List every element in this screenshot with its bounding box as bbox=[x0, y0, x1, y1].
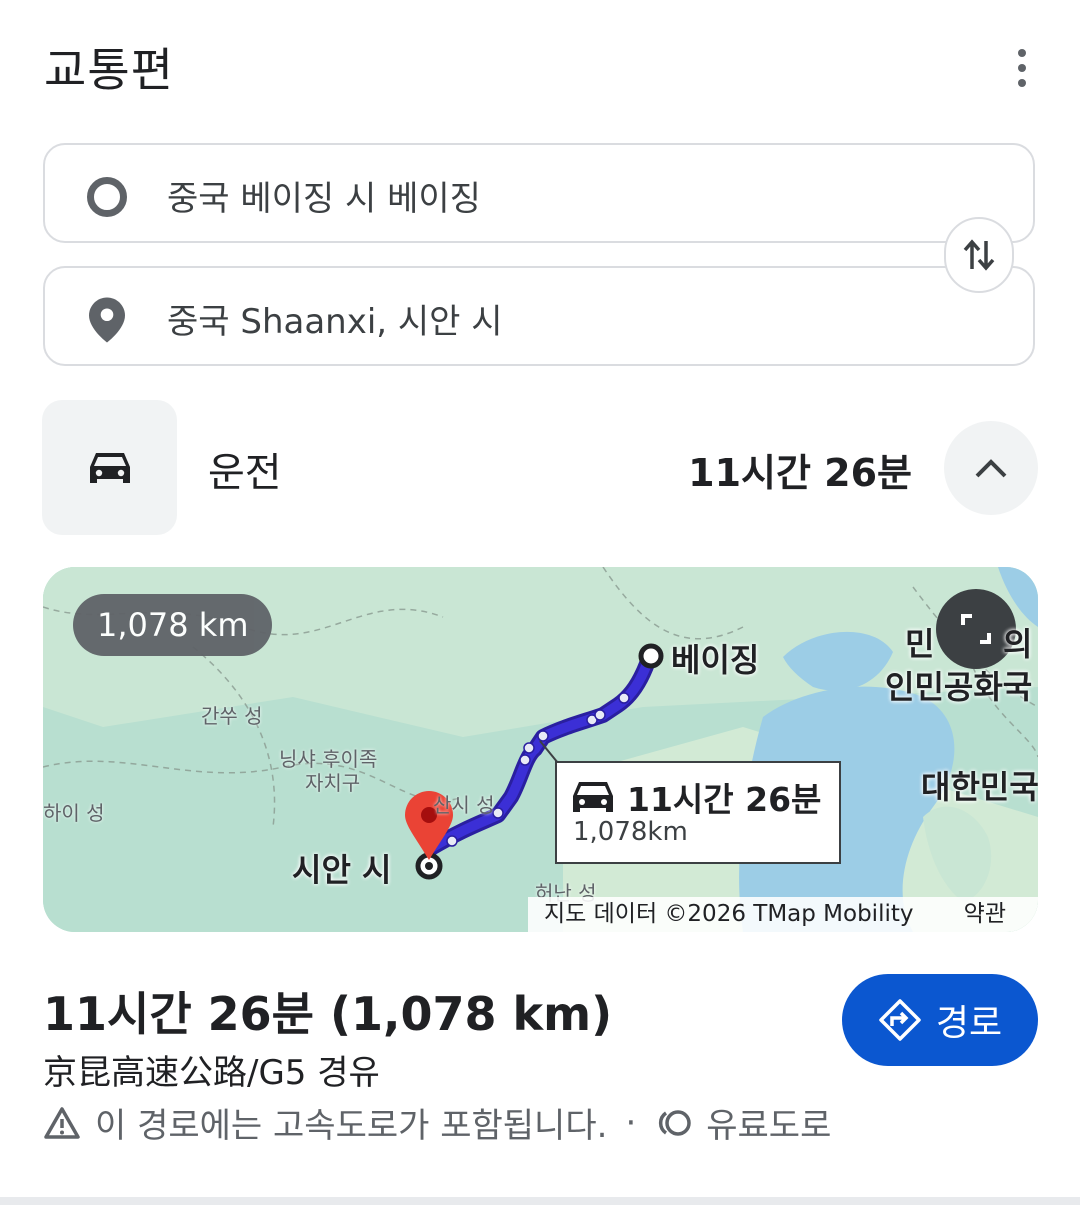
car-icon bbox=[573, 782, 613, 812]
route-card-distance: 1,078km bbox=[573, 817, 688, 847]
more-options-icon[interactable] bbox=[1000, 42, 1044, 94]
mode-label: 운전 bbox=[208, 450, 282, 496]
page-title: 교통편 bbox=[44, 43, 174, 97]
separator: · bbox=[625, 1102, 637, 1143]
map-label-korea: 대한민국 bbox=[921, 768, 1038, 806]
toll-road-label: 유료도로 bbox=[706, 1106, 832, 1146]
car-mode-button[interactable] bbox=[42, 400, 177, 535]
map-label-ningxia-2: 자치구 bbox=[305, 771, 361, 795]
origin-circle-icon bbox=[85, 175, 129, 219]
bottom-divider bbox=[0, 1197, 1080, 1205]
swap-button[interactable] bbox=[944, 217, 1014, 293]
directions-icon bbox=[879, 999, 921, 1041]
route-notes: 이 경로에는 고속도로가 포함됩니다. · 유료도로 bbox=[43, 1098, 831, 1147]
route-map[interactable]: 1,078 km 베이징 시안 시 민 의 인민공화국 대한민국 간쑤 성 닝샤… bbox=[43, 567, 1038, 932]
location-pin-icon bbox=[85, 297, 129, 343]
distance-pill: 1,078 km bbox=[73, 594, 273, 656]
directions-button-label: 경로 bbox=[935, 1003, 1003, 1044]
destination-input[interactable]: 중국 Shaanxi, 시안 시 bbox=[167, 294, 503, 343]
collapse-button[interactable] bbox=[944, 421, 1038, 515]
car-icon bbox=[89, 452, 130, 483]
map-label-qinghai: 하이 성 bbox=[43, 801, 105, 825]
map-label-xian: 시안 시 bbox=[292, 851, 392, 889]
attribution-text: 지도 데이터 ©2026 TMap Mobility bbox=[544, 901, 914, 927]
highway-warning: 이 경로에는 고속도로가 포함됩니다. bbox=[95, 1106, 608, 1146]
summary-duration-distance: 11시간 26분 (1,078 km) bbox=[43, 987, 613, 1041]
map-label-beijing: 베이징 bbox=[671, 641, 760, 679]
terms-link[interactable]: 약관 bbox=[964, 897, 1006, 932]
route-card-duration: 11시간 26분 bbox=[627, 780, 822, 819]
origin-field[interactable]: 중국 베이징 시 베이징 bbox=[43, 143, 1035, 243]
map-label-dprk-1: 민 bbox=[905, 625, 935, 663]
toll-icon bbox=[659, 1109, 691, 1136]
map-attribution: 지도 데이터 ©2026 TMap Mobility 약관 bbox=[528, 897, 1038, 932]
origin-input[interactable]: 중국 베이징 시 베이징 bbox=[167, 171, 481, 220]
route-info-card[interactable]: 11시간 26분 1,078km bbox=[555, 761, 841, 864]
map-label-dprk-1b: 의 bbox=[1003, 625, 1033, 663]
map-label-shanxi: 산시 성 bbox=[433, 793, 495, 817]
directions-button[interactable]: 경로 bbox=[842, 974, 1038, 1066]
mode-duration: 11시간 26분 bbox=[688, 451, 912, 495]
fullscreen-icon bbox=[961, 614, 991, 644]
warning-icon bbox=[44, 1106, 80, 1139]
route-via: 京昆高速公路/G5 경유 bbox=[43, 1053, 380, 1093]
destination-field[interactable]: 중국 Shaanxi, 시안 시 bbox=[43, 266, 1035, 366]
map-label-gansu: 간쑤 성 bbox=[201, 704, 263, 728]
chevron-up-icon bbox=[975, 459, 1007, 478]
swap-vert-icon bbox=[963, 239, 995, 271]
map-label-dprk-2: 인민공화국 bbox=[885, 668, 1033, 706]
